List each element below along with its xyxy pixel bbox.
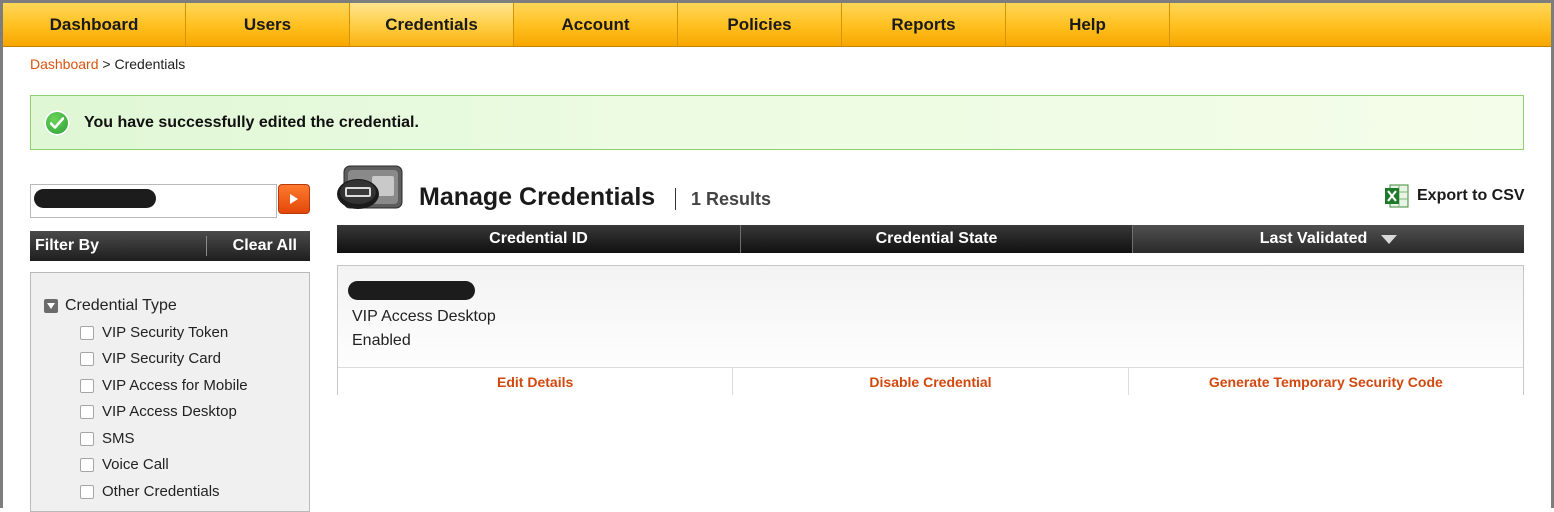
- filter-option-vip-access-desktop[interactable]: VIP Access Desktop: [80, 403, 237, 420]
- checkbox[interactable]: [80, 351, 94, 366]
- tab-credentials[interactable]: Credentials: [350, 3, 514, 46]
- row-actions: Edit Details Disable Credential Generate…: [338, 367, 1523, 395]
- disable-credential-link[interactable]: Disable Credential: [733, 368, 1129, 395]
- tab-users[interactable]: Users: [186, 3, 350, 46]
- checkbox[interactable]: [80, 378, 94, 393]
- security-token-icon: [336, 164, 406, 218]
- check-circle-icon: [44, 109, 70, 136]
- credential-state: Enabled: [352, 332, 411, 349]
- filter-panel: Credential Type VIP Security Token VIP S…: [30, 272, 310, 512]
- filter-option-label: Other Credentials: [102, 483, 220, 500]
- column-header-credential-id[interactable]: Credential ID: [337, 225, 741, 253]
- filter-option-label: VIP Security Card: [102, 350, 221, 367]
- filter-option-label: VIP Security Token: [102, 324, 229, 341]
- filter-option-other-credentials[interactable]: Other Credentials: [80, 483, 220, 500]
- breadcrumb: Dashboard > Credentials: [30, 56, 185, 72]
- filter-option-label: VIP Access Desktop: [102, 403, 237, 420]
- breadcrumb-separator: >: [102, 56, 111, 72]
- title-separator: [675, 188, 676, 210]
- breadcrumb-current: Credentials: [114, 56, 186, 72]
- clear-all-button[interactable]: Clear All: [207, 237, 310, 255]
- column-header-label: Last Validated: [1259, 230, 1368, 247]
- credential-type-label: Credential Type: [65, 297, 177, 314]
- table-header: Credential ID Credential State Last Vali…: [337, 225, 1524, 253]
- column-header-last-validated[interactable]: Last Validated: [1133, 225, 1524, 253]
- search-input[interactable]: [30, 184, 277, 218]
- filter-option-label: Voice Call: [102, 456, 169, 473]
- export-csv-label: Export to CSV: [1417, 187, 1525, 204]
- tab-policies[interactable]: Policies: [678, 3, 842, 46]
- credential-row: VIP Access Desktop Enabled Edit Details …: [337, 265, 1524, 395]
- alert-message: You have successfully edited the credent…: [84, 113, 419, 131]
- tab-dashboard[interactable]: Dashboard: [3, 3, 186, 46]
- redacted-search-value: [34, 189, 156, 208]
- tab-reports[interactable]: Reports: [842, 3, 1006, 46]
- breadcrumb-dashboard-link[interactable]: Dashboard: [30, 56, 99, 72]
- filter-option-label: VIP Access for Mobile: [102, 377, 248, 394]
- search-button[interactable]: [278, 184, 310, 214]
- filter-option-vip-access-mobile[interactable]: VIP Access for Mobile: [80, 377, 248, 394]
- page-title: Manage Credentials: [419, 183, 656, 211]
- top-nav: Dashboard Users Credentials Account Poli…: [3, 3, 1551, 47]
- checkbox[interactable]: [80, 484, 94, 499]
- filter-option-voice-call[interactable]: Voice Call: [80, 456, 169, 473]
- filter-by-label: Filter By: [30, 236, 207, 256]
- tab-help[interactable]: Help: [1006, 3, 1170, 46]
- checkbox[interactable]: [80, 325, 94, 340]
- checkbox[interactable]: [80, 404, 94, 419]
- play-arrow-icon: [290, 194, 298, 204]
- checkbox[interactable]: [80, 457, 94, 472]
- credential-type: VIP Access Desktop: [352, 308, 496, 325]
- collapse-icon: [44, 299, 58, 313]
- filter-option-vip-security-card[interactable]: VIP Security Card: [80, 350, 221, 367]
- redacted-credential-id: [348, 281, 475, 300]
- filter-option-label: SMS: [102, 430, 135, 447]
- edit-details-link[interactable]: Edit Details: [338, 368, 734, 395]
- generate-temp-code-link[interactable]: Generate Temporary Security Code: [1129, 368, 1523, 395]
- filter-option-sms[interactable]: SMS: [80, 430, 135, 447]
- excel-icon: [1385, 184, 1409, 208]
- filter-bar: Filter By Clear All: [30, 231, 310, 261]
- export-csv-button[interactable]: Export to CSV: [1384, 184, 1525, 208]
- column-header-credential-state[interactable]: Credential State: [741, 225, 1133, 253]
- filter-option-vip-security-token[interactable]: VIP Security Token: [80, 324, 228, 341]
- success-alert: You have successfully edited the credent…: [30, 95, 1524, 150]
- sort-desc-icon: [1381, 234, 1398, 244]
- checkbox[interactable]: [80, 431, 94, 446]
- credential-type-group-toggle[interactable]: Credential Type: [44, 297, 177, 315]
- tab-account[interactable]: Account: [514, 3, 678, 46]
- results-count: 1 Results: [691, 189, 772, 209]
